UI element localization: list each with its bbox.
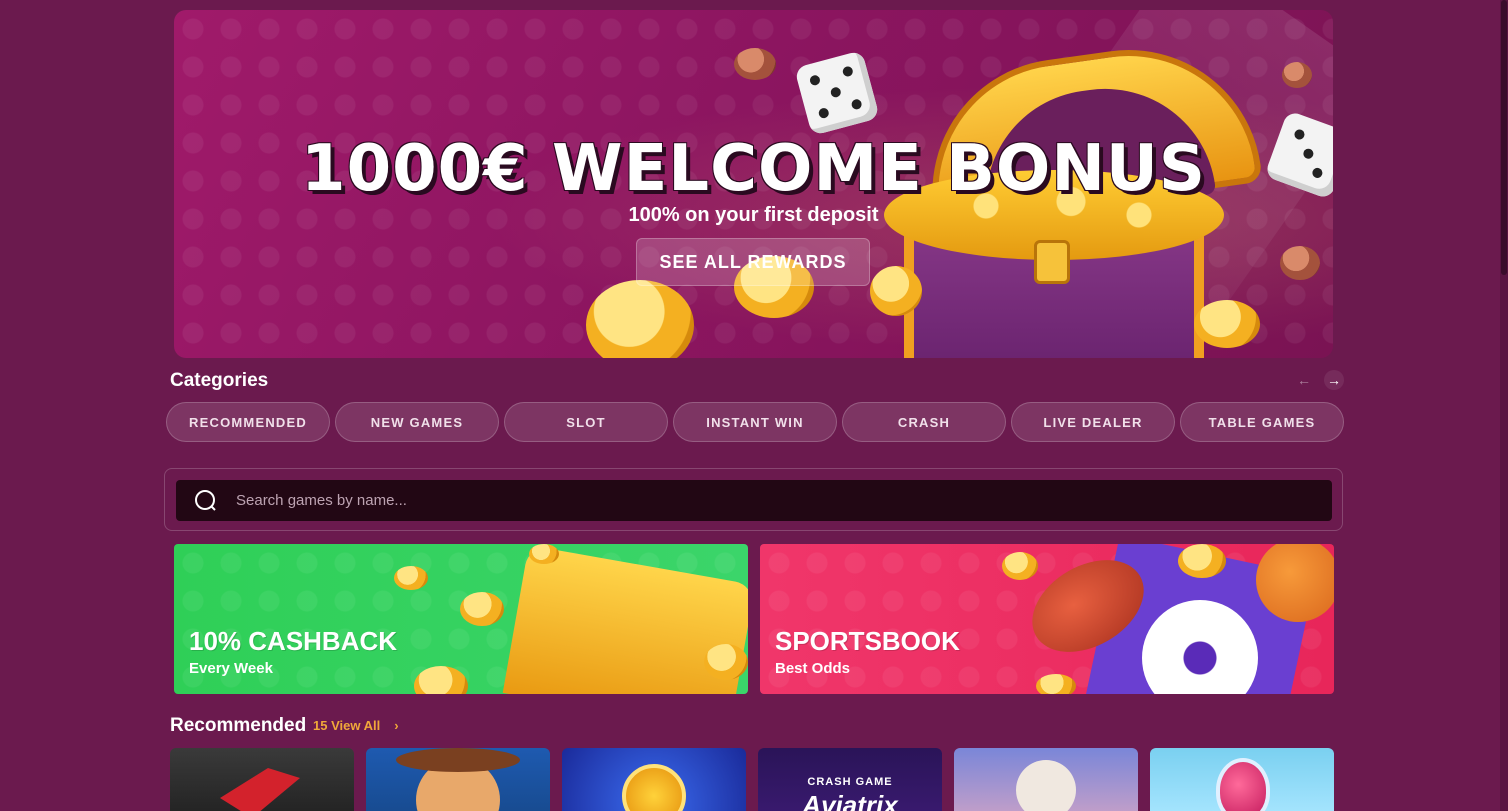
lock-icon	[1034, 240, 1070, 284]
game-tile[interactable]: CRASH GAME Aviatrix	[758, 748, 942, 811]
game-tile[interactable]	[562, 748, 746, 811]
category-table-games[interactable]: TABLE GAMES	[1180, 402, 1344, 442]
coin-icon	[1002, 552, 1038, 580]
chevron-right-icon: ›	[394, 718, 399, 733]
plane-icon	[220, 768, 300, 811]
coin-icon	[704, 644, 748, 680]
promo-title: 10% CASHBACK	[189, 626, 398, 656]
category-carousel-controls: ← →	[1294, 370, 1344, 390]
page-scrollbar[interactable]	[1500, 0, 1508, 811]
coin-icon	[1282, 62, 1312, 88]
category-crash[interactable]: CRASH	[842, 402, 1006, 442]
category-instant-win[interactable]: INSTANT WIN	[673, 402, 837, 442]
categories-title: Categories	[170, 370, 269, 391]
category-new-games[interactable]: NEW GAMES	[335, 402, 499, 442]
coin-icon	[1194, 300, 1260, 348]
search-bar[interactable]	[176, 480, 1332, 521]
coin-icon	[1178, 544, 1226, 578]
promo-subtitle: Best Odds	[775, 660, 851, 677]
search-container	[164, 468, 1343, 531]
category-list: RECOMMENDED NEW GAMES SLOT INSTANT WIN C…	[166, 402, 1344, 442]
see-all-rewards-button[interactable]: SEE ALL REWARDS	[636, 238, 870, 286]
arrow-left-icon[interactable]: ←	[1294, 370, 1314, 390]
welcome-bonus-banner[interactable]: 1000€ WELCOME BONUS 100% on your first d…	[174, 10, 1333, 358]
sportsbook-promo-card[interactable]: SPORTSBOOK Best Odds	[760, 544, 1334, 694]
hero-title: 1000€ WELCOME BONUS	[301, 132, 1206, 206]
scrollbar-thumb[interactable]	[1501, 0, 1507, 275]
category-recommended[interactable]: RECOMMENDED	[166, 402, 330, 442]
hat-icon	[396, 748, 520, 772]
coin-icon	[870, 266, 922, 316]
view-all-label: 15 View All	[313, 718, 381, 733]
coin-icon	[734, 48, 776, 80]
recommended-games-list: CRASH GAME Aviatrix	[170, 748, 1334, 811]
recommended-title: Recommended	[170, 715, 307, 736]
category-slot[interactable]: SLOT	[504, 402, 668, 442]
lightning-coin-icon	[622, 764, 686, 811]
hero-subtitle: 100% on your first deposit	[628, 204, 879, 226]
promo-subtitle: Every Week	[189, 660, 273, 677]
game-tile[interactable]	[1150, 748, 1334, 811]
search-input[interactable]	[236, 492, 1332, 509]
game-tile[interactable]	[954, 748, 1138, 811]
coin-icon	[1036, 674, 1076, 694]
coin-icon	[394, 566, 428, 590]
search-icon[interactable]	[176, 489, 236, 513]
view-all-link[interactable]: 15 View All ›	[313, 718, 399, 733]
candy-egg-icon	[1216, 758, 1270, 811]
coin-icon	[460, 592, 504, 626]
zeus-character	[1016, 760, 1076, 811]
arrow-right-icon[interactable]: →	[1324, 370, 1344, 390]
promo-title: SPORTSBOOK	[775, 626, 960, 656]
category-live-dealer[interactable]: LIVE DEALER	[1011, 402, 1175, 442]
game-label: CRASH GAME	[807, 776, 893, 788]
game-title: Aviatrix	[802, 790, 898, 811]
game-tile[interactable]	[366, 748, 550, 811]
game-tile[interactable]	[170, 748, 354, 811]
cashback-promo-card[interactable]: 10% CASHBACK Every Week	[174, 544, 748, 694]
coin-icon	[529, 544, 559, 564]
coin-icon	[1280, 246, 1320, 280]
